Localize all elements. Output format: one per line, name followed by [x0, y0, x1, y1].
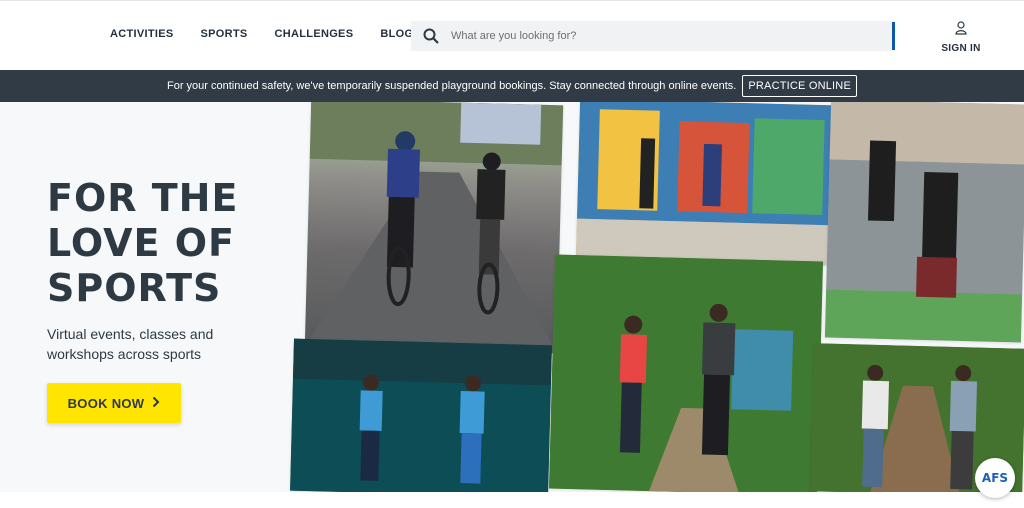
site-header: ACTIVITIES SPORTS CHALLENGES BLOG SIGN I…	[0, 0, 1024, 70]
search-accent-bar	[892, 22, 895, 50]
hero-subtitle: Virtual events, classes and workshops ac…	[47, 326, 214, 362]
hero-title-line: LOVE OF	[47, 221, 236, 265]
safety-banner: For your continued safety, we've tempora…	[0, 70, 1024, 102]
main-nav: ACTIVITIES SPORTS CHALLENGES BLOG	[110, 28, 413, 40]
sign-in-button[interactable]: SIGN IN	[938, 21, 984, 54]
hero-title: FOR THE LOVE OF SPORTS	[47, 176, 238, 311]
user-icon	[955, 21, 967, 39]
workout-photo	[824, 102, 1024, 343]
search-box[interactable]	[411, 21, 895, 51]
hero-section: FOR THE LOVE OF SPORTS Virtual events, c…	[0, 102, 1024, 492]
chevron-right-icon	[152, 396, 160, 411]
practice-online-button[interactable]: PRACTICE ONLINE	[742, 75, 857, 97]
nav-challenges[interactable]: CHALLENGES	[275, 28, 354, 40]
book-now-label: BOOK NOW	[67, 395, 145, 411]
hero-title-line: FOR THE	[47, 176, 239, 220]
cyclists-photo	[304, 102, 564, 354]
nav-activities[interactable]: ACTIVITIES	[110, 28, 174, 40]
nav-sports[interactable]: SPORTS	[201, 28, 248, 40]
hero-title-line: SPORTS	[47, 266, 222, 310]
nav-blog[interactable]: BLOG	[380, 28, 413, 40]
search-icon[interactable]	[411, 21, 451, 51]
street-art-photo	[575, 102, 837, 266]
book-now-button[interactable]: BOOK NOW	[47, 383, 181, 423]
page-bottom	[0, 492, 1024, 508]
afs-badge[interactable]: AFS	[975, 458, 1015, 498]
badminton-photo	[290, 338, 552, 492]
runners-photo	[548, 254, 824, 492]
search-input[interactable]	[451, 22, 871, 50]
banner-text: For your continued safety, we've tempora…	[167, 80, 737, 92]
sign-in-label: SIGN IN	[941, 43, 981, 54]
